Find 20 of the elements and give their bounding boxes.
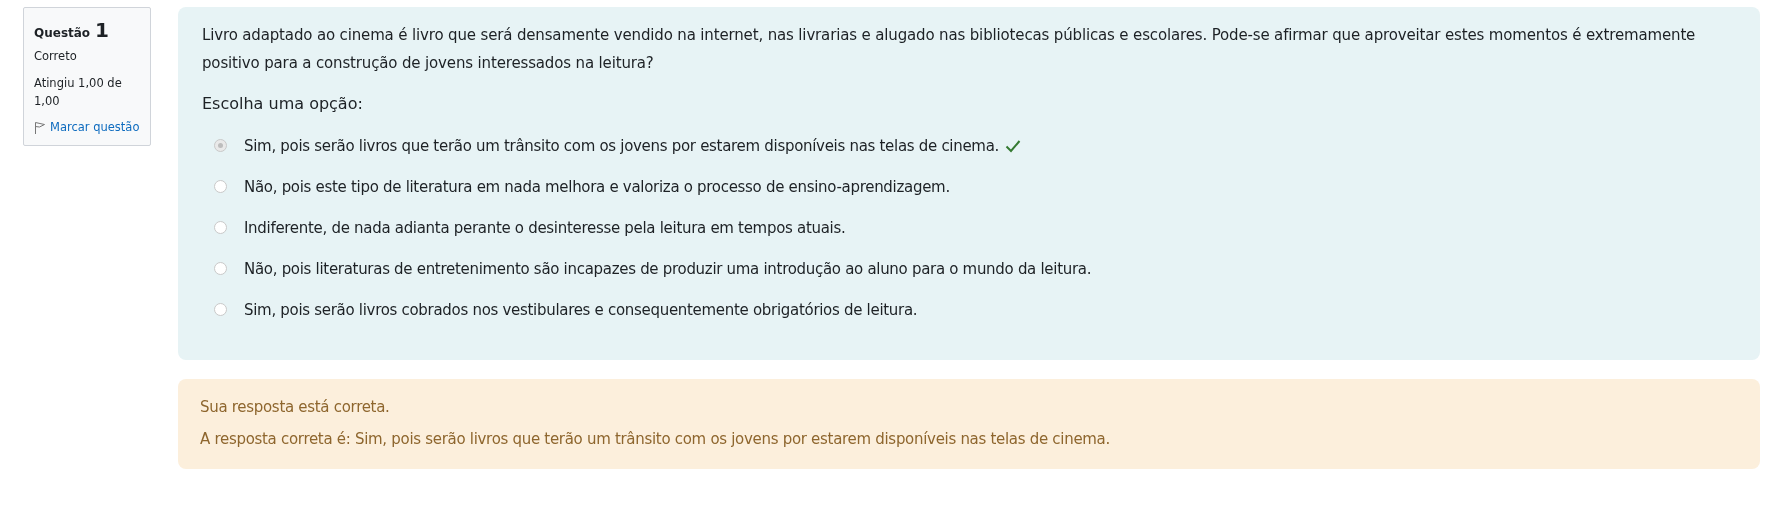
question-number: 1 [95,20,110,40]
option-text: Sim, pois serão livros cobrados nos vestibulares e consequentemente obrigatórios de leitura. [244,300,918,319]
radio-button[interactable] [214,262,227,275]
option-text: Indiferente, de nada adianta perante o desinteresse pela leitura em tempos atuais. [244,218,846,237]
question-label: Questão [34,25,91,42]
question-text: Livro adaptado ao cinema é livro que será densamente vendido na internet, nas livrarias e alugado nas bibliotecas públicas e escolares. Pode-se afirmar que aproveitar estes momentos é extremamente positivo para a construção de jovens interessados na leitura? [202,25,1697,74]
question-state: Correto [34,48,78,66]
feedback-status: Sua resposta está correta. [200,397,391,418]
flag-question-link[interactable]: Marcar questão [50,118,140,137]
correct-answer-text: A resposta correta é: Sim, pois serão livros que terão um trânsito com os jovens por estarem disponíveis nas telas de cinema. [200,429,1111,450]
option-text: Sim, pois serão livros que terão um trânsito com os jovens por estarem disponíveis nas telas de cinema. [244,136,1000,155]
flag-icon [34,121,46,136]
answer-prompt: Escolha uma opção: [202,94,364,113]
radio-button[interactable] [214,139,227,152]
question-grade: Atingiu 1,00 de 1,00 [34,74,123,110]
radio-button[interactable] [214,180,227,193]
radio-button[interactable] [214,303,227,316]
radio-button[interactable] [214,221,227,234]
option-text: Não, pois literaturas de entretenimento são incapazes de produzir uma introdução ao aluno para o mundo da leitura. [244,259,1092,278]
option-text: Não, pois este tipo de literatura em nada melhora e valoriza o processo de ensino-aprendizagem. [244,177,950,196]
